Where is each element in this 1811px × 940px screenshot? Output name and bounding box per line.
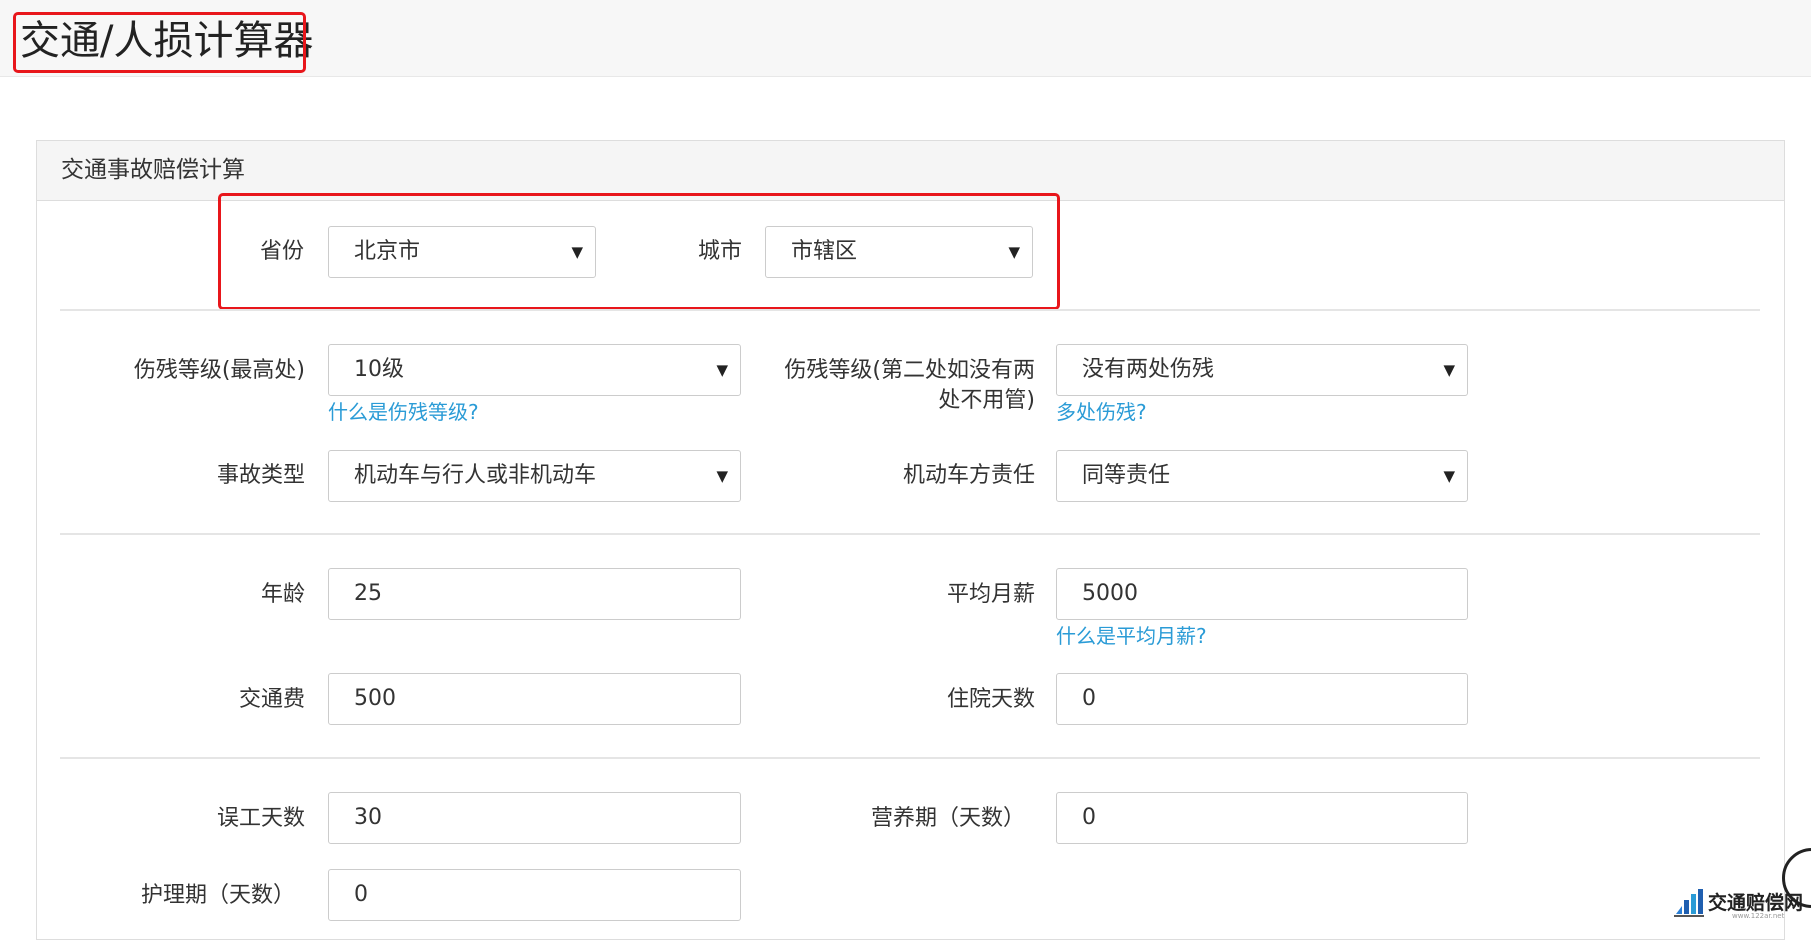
hospital-days-input[interactable]: 0 [1056,673,1468,725]
salary-input[interactable]: 5000 [1056,568,1468,620]
divider [60,757,1760,759]
transport-fee-input[interactable]: 500 [328,673,741,725]
panel-title: 交通事故赔偿计算 [37,141,1784,201]
nutrition-days-input[interactable]: 0 [1056,792,1468,844]
disability-level-help-link[interactable]: 什么是伤残等级? [328,398,479,426]
responsibility-value: 同等责任 [1082,463,1171,488]
accident-type-select[interactable]: 机动车与行人或非机动车 ▼ [328,450,741,502]
caret-down-icon: ▼ [1443,467,1455,485]
responsibility-select[interactable]: 同等责任 ▼ [1056,450,1468,502]
age-input[interactable]: 25 [328,568,741,620]
caret-down-icon: ▼ [716,361,728,379]
second-disability-value: 没有两处伤残 [1082,357,1215,382]
nursing-days-label: 护理期（天数） [140,883,295,908]
nutrition-days-label: 营养期（天数） [870,806,1025,831]
watermark-logo: 交通赔偿网 www.122ar.net [1670,878,1811,927]
transport-fee-label: 交通费 [238,687,305,712]
age-value: 25 [354,581,382,606]
location-highlight-box [218,193,1060,310]
salary-help-link[interactable]: 什么是平均月薪? [1056,622,1207,650]
accident-type-label: 事故类型 [216,463,305,488]
accident-type-value: 机动车与行人或非机动车 [354,463,597,488]
bar-chart-logo-icon [1674,889,1704,917]
disability-level-select[interactable]: 10级 ▼ [328,344,741,396]
disability-level-value: 10级 [354,357,404,382]
title-highlight-box [13,12,306,73]
transport-fee-value: 500 [354,686,396,711]
divider [60,533,1760,535]
nursing-days-input[interactable]: 0 [328,869,741,921]
age-label: 年龄 [260,582,305,607]
disability-level-label: 伤残等级(最高处) [133,358,305,383]
salary-label: 平均月薪 [946,582,1035,607]
lost-work-days-value: 30 [354,805,382,830]
watermark-name: 交通赔偿网 [1708,892,1804,914]
divider [60,309,1760,311]
nutrition-days-value: 0 [1082,805,1096,830]
salary-value: 5000 [1082,581,1138,606]
second-disability-label-line2: 处不用管) [938,388,1035,413]
caret-down-icon: ▼ [716,467,728,485]
lost-work-days-input[interactable]: 30 [328,792,741,844]
multiple-disability-help-link[interactable]: 多处伤残? [1056,398,1147,426]
nursing-days-value: 0 [354,882,368,907]
hospital-days-value: 0 [1082,686,1096,711]
caret-down-icon: ▼ [1443,361,1455,379]
lost-work-days-label: 误工天数 [216,806,305,831]
second-disability-select[interactable]: 没有两处伤残 ▼ [1056,344,1468,396]
second-disability-label-line1: 伤残等级(第二处如没有两 [784,358,1035,383]
responsibility-label: 机动车方责任 [902,463,1035,488]
hospital-days-label: 住院天数 [946,687,1035,712]
watermark-url: www.122ar.net [1732,912,1785,920]
